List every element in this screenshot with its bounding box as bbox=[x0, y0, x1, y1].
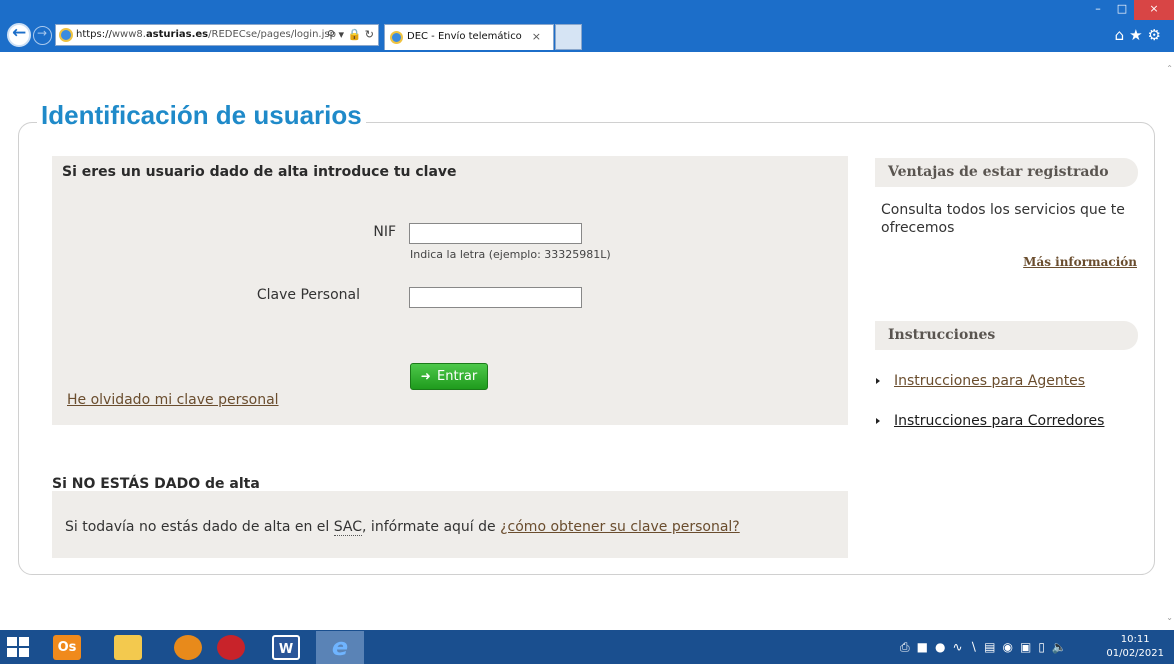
tool-icon[interactable]: ∖ bbox=[970, 640, 985, 654]
scroll-up-icon[interactable]: ⌃ bbox=[1166, 64, 1173, 73]
instrucciones-corredores-link[interactable]: Instrucciones para Corredores bbox=[894, 413, 1104, 429]
password-label: Clave Personal bbox=[256, 287, 360, 303]
settings-gear-icon[interactable]: ⚙ bbox=[1148, 26, 1166, 44]
sac-abbr[interactable]: SAC bbox=[333, 519, 363, 536]
windows-start-icon[interactable] bbox=[7, 637, 29, 657]
taskbar-outlook[interactable]: Os bbox=[43, 631, 91, 664]
mas-informacion-link[interactable]: Más información bbox=[1023, 255, 1137, 269]
acrobat-icon bbox=[217, 635, 245, 660]
arrow-right-icon: ➜ bbox=[420, 369, 431, 383]
browser-chrome: https://www8.asturias.es/REDECse/pages/l… bbox=[0, 0, 1174, 52]
address-bar[interactable]: https://www8.asturias.es/REDECse/pages/l… bbox=[55, 24, 379, 46]
back-icon[interactable] bbox=[7, 23, 31, 47]
obtain-password-link[interactable]: ¿cómo obtener su clave personal? bbox=[500, 519, 740, 535]
restore-icon[interactable]: □ bbox=[1110, 0, 1134, 20]
list-item: Instrucciones para Agentes bbox=[876, 373, 1085, 389]
bullet-icon bbox=[876, 418, 880, 424]
home-icon[interactable]: ⌂ bbox=[1115, 26, 1130, 44]
favorites-star-icon[interactable]: ★ bbox=[1129, 26, 1147, 44]
instrucciones-heading: Instrucciones bbox=[875, 321, 1138, 350]
forward-icon[interactable] bbox=[33, 26, 52, 45]
sync-icon[interactable]: ● bbox=[935, 640, 952, 654]
address-host: asturias.es bbox=[145, 29, 209, 40]
no-alta-text-before: Si todavía no estás dado de alta en el bbox=[65, 519, 334, 535]
clock-time: 10:11 bbox=[1120, 634, 1150, 645]
taskbar: Os W e ⎙■●∿∖▤◉▣▯🔈 10:11 01/02/2021 bbox=[0, 630, 1174, 664]
word-icon: W bbox=[272, 635, 300, 660]
nif-hint: Indica la letra (ejemplo: 33325981L) bbox=[410, 248, 611, 261]
firefox-icon bbox=[174, 635, 202, 660]
close-icon[interactable]: × bbox=[1134, 0, 1174, 20]
outlook-icon: Os bbox=[53, 635, 81, 660]
browser-toolbar-icons: ⌂★⚙ bbox=[1115, 26, 1166, 44]
network-icon[interactable]: ∿ bbox=[952, 640, 969, 654]
page-title: Identificación de usuarios bbox=[37, 100, 366, 131]
no-alta-heading: Si NO ESTÁS DADO de alta bbox=[52, 476, 260, 492]
scroll-down-icon[interactable]: ⌄ bbox=[1166, 613, 1173, 622]
app-tray-icon[interactable]: ■ bbox=[917, 640, 935, 654]
usb-icon[interactable]: ▯ bbox=[1038, 640, 1052, 654]
list-item: Instrucciones para Corredores bbox=[876, 413, 1104, 429]
address-tools: ⚲ ▾ 🔒 ↻ bbox=[327, 25, 374, 45]
nif-input[interactable] bbox=[409, 223, 582, 244]
vertical-scrollbar[interactable]: ⌃ ⌄ bbox=[1164, 52, 1174, 630]
new-tab-button[interactable] bbox=[555, 24, 582, 50]
refresh-icon[interactable]: ↻ bbox=[365, 28, 374, 41]
taskbar-firefox[interactable] bbox=[164, 631, 212, 664]
bullet-icon bbox=[876, 378, 880, 384]
window-controls: – □ × bbox=[1086, 0, 1174, 20]
minimize-icon[interactable]: – bbox=[1086, 0, 1110, 20]
taskbar-acrobat[interactable] bbox=[207, 631, 255, 664]
security-icon[interactable]: ◉ bbox=[1002, 640, 1019, 654]
forgot-password-link[interactable]: He olvidado mi clave personal bbox=[67, 392, 279, 408]
taskbar-word[interactable]: W bbox=[262, 631, 310, 664]
nif-label: NIF bbox=[373, 224, 396, 240]
volume-icon[interactable]: 🔈 bbox=[1052, 640, 1074, 654]
tab-title: DEC - Envío telemático bbox=[407, 31, 522, 42]
battery-icon[interactable]: ▤ bbox=[984, 640, 1002, 654]
no-alta-text-after: , infórmate aquí de bbox=[362, 519, 501, 535]
display-icon[interactable]: ▣ bbox=[1020, 640, 1038, 654]
ie-tab-icon bbox=[390, 31, 403, 44]
no-alta-text: Si todavía no estás dado de alta en el S… bbox=[65, 519, 740, 536]
printer-icon[interactable]: ⎙ bbox=[900, 640, 917, 654]
system-tray: ⎙■●∿∖▤◉▣▯🔈 bbox=[900, 640, 1074, 655]
enter-button[interactable]: ➜ Entrar bbox=[410, 363, 488, 390]
ventajas-heading: Ventajas de estar registrado bbox=[875, 158, 1138, 187]
ventajas-text: Consulta todos los servicios que te ofre… bbox=[881, 202, 1125, 236]
enter-button-label: Entrar bbox=[436, 369, 478, 384]
address-pre-host: www8. bbox=[111, 29, 146, 40]
ie-site-icon bbox=[59, 28, 73, 42]
search-icon[interactable]: ⚲ bbox=[327, 28, 335, 41]
internet-explorer-icon: e bbox=[331, 633, 349, 661]
taskbar-file-explorer[interactable] bbox=[104, 631, 152, 664]
page-content: Identificación de usuarios Si eres un us… bbox=[0, 52, 1174, 630]
clock-date: 01/02/2021 bbox=[1106, 648, 1164, 659]
system-clock[interactable]: 10:11 01/02/2021 bbox=[1106, 633, 1164, 661]
tab-close-icon[interactable]: × bbox=[532, 25, 541, 49]
folder-icon bbox=[114, 635, 142, 660]
address-scheme: https:// bbox=[76, 29, 112, 40]
taskbar-internet-explorer[interactable]: e bbox=[316, 631, 364, 664]
dropdown-icon[interactable]: ▾ bbox=[339, 28, 345, 41]
password-input[interactable] bbox=[409, 287, 582, 308]
no-alta-box: Si todavía no estás dado de alta en el S… bbox=[52, 491, 848, 558]
login-heading: Si eres un usuario dado de alta introduc… bbox=[62, 164, 457, 180]
lock-icon[interactable]: 🔒 bbox=[348, 28, 362, 41]
address-path: /REDECse/pages/login.jsp bbox=[208, 29, 336, 40]
login-form: Si eres un usuario dado de alta introduc… bbox=[52, 156, 848, 425]
tab-dec-envio[interactable]: DEC - Envío telemático × bbox=[384, 24, 554, 50]
instrucciones-agentes-link[interactable]: Instrucciones para Agentes bbox=[894, 373, 1085, 389]
